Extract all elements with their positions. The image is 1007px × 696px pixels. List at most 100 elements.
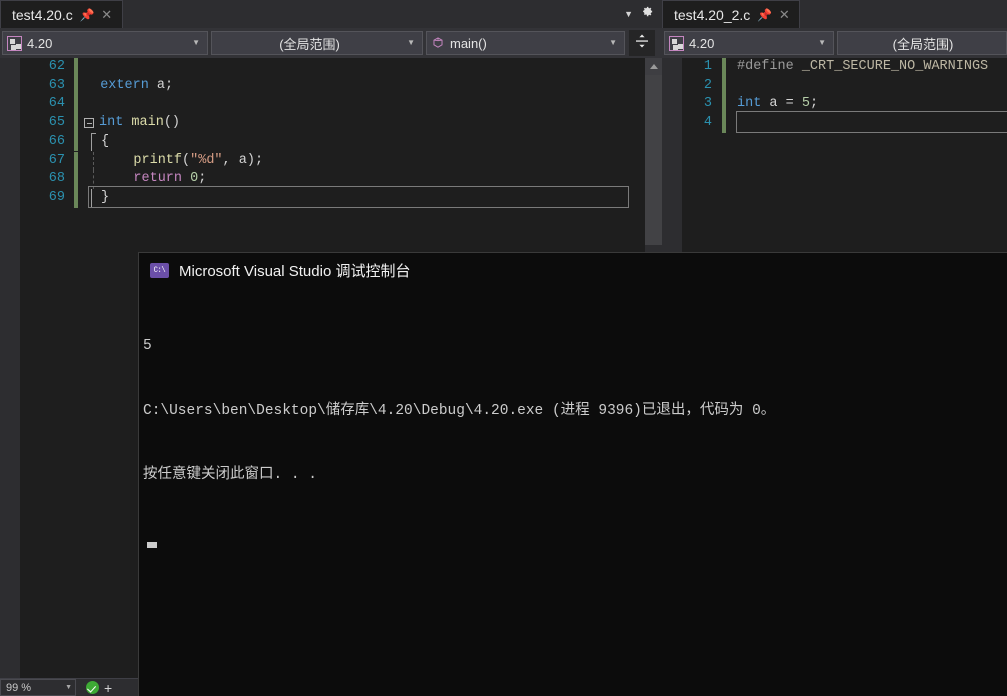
change-bar	[74, 188, 78, 208]
zoom-level-value: 99 %	[6, 681, 32, 694]
line-number: 2	[703, 77, 712, 93]
indicator-margin-left[interactable]	[0, 58, 20, 696]
console-output: 5 C:\Users\ben\Desktop\储存库\4.20\Debug\4.…	[139, 288, 1007, 591]
code-line: 2	[682, 76, 1007, 96]
project-combo-right[interactable]: 4.20 ▼	[664, 31, 834, 55]
line-number: 1	[703, 59, 712, 74]
code-text: {	[101, 133, 110, 149]
line-number: 65	[48, 115, 65, 131]
split-window-icon	[634, 33, 650, 54]
code-text: return 0;	[133, 171, 207, 187]
project-icon	[7, 35, 22, 51]
change-bar	[74, 132, 78, 152]
indent-guide	[93, 170, 94, 189]
brace-guide	[91, 188, 96, 208]
code-line: 1 #define _CRT_SECURE_NO_WARNINGS	[682, 58, 1007, 77]
console-line: 5	[143, 338, 152, 354]
scrollbar-thumb[interactable]	[645, 75, 662, 245]
chevron-down-icon[interactable]: ▼	[624, 9, 633, 19]
tabstrip-actions-left: ▼	[624, 0, 662, 28]
change-bar	[722, 76, 726, 96]
close-icon[interactable]: ✕	[777, 8, 791, 21]
scope-combo-value: (全局范围)	[279, 36, 340, 52]
change-bar	[74, 114, 78, 133]
chevron-down-icon[interactable]: ▼	[65, 684, 72, 691]
tab-label: test4.20_2.c	[674, 6, 751, 23]
line-number: 69	[48, 189, 65, 205]
chevron-up-icon	[649, 64, 658, 69]
console-line: C:\Users\ben\Desktop\储存库\4.20\Debug\4.20…	[143, 402, 776, 419]
gear-icon[interactable]	[639, 4, 654, 24]
change-bar	[722, 58, 726, 77]
console-icon: C:\	[150, 263, 169, 278]
indent-guide	[93, 151, 94, 171]
editor-status-strip-left: 99 % ▼ +	[0, 678, 138, 696]
visual-studio-window: test4.20.c 📌 ✕ ▼ 4.20 ▼ (全局范围) ▼ main() …	[0, 0, 1007, 696]
member-combo-value: main()	[450, 35, 487, 51]
line-number: 68	[48, 171, 65, 187]
change-bar	[722, 95, 726, 115]
project-combo-left[interactable]: 4.20 ▼	[2, 31, 208, 55]
collapse-toggle-icon[interactable]	[84, 118, 94, 129]
pin-icon[interactable]: 📌	[757, 9, 772, 21]
line-number: 66	[48, 133, 65, 149]
tab-label: test4.20.c	[12, 6, 73, 23]
code-line: 69 }	[20, 188, 662, 208]
navbar-right: 4.20 ▼ (全局范围)	[662, 28, 1007, 58]
debug-console-window[interactable]: C:\ Microsoft Visual Studio 调试控制台 5 C:\U…	[138, 252, 1007, 696]
scope-combo-value: (全局范围)	[892, 36, 954, 52]
change-bar	[74, 76, 78, 96]
close-icon[interactable]: ✕	[100, 8, 114, 21]
scope-combo-left[interactable]: (全局范围) ▼	[211, 31, 423, 55]
project-icon	[669, 35, 684, 51]
pin-icon[interactable]: 📌	[80, 9, 95, 21]
line-number: 67	[48, 152, 65, 168]
chevron-down-icon[interactable]: ▼	[403, 39, 420, 47]
code-line: 64	[20, 95, 662, 115]
code-text: }	[101, 189, 110, 205]
member-combo-left[interactable]: main() ▼	[426, 31, 625, 55]
line-number: 62	[48, 59, 65, 74]
code-line: 67 printf("%d", a);	[20, 151, 662, 171]
code-line: 66 {	[20, 132, 662, 152]
chevron-down-icon[interactable]: ▼	[605, 39, 622, 47]
code-line: 62	[20, 58, 662, 77]
method-icon	[431, 36, 445, 50]
change-bar	[74, 95, 78, 115]
line-number: 64	[48, 96, 65, 112]
tabstrip-right: test4.20_2.c 📌 ✕	[662, 0, 1007, 28]
tab-test4-20-c[interactable]: test4.20.c 📌 ✕	[0, 0, 123, 28]
console-title: Microsoft Visual Studio 调试控制台	[179, 263, 411, 280]
project-combo-value: 4.20	[27, 35, 53, 51]
code-line: 63 extern a;	[20, 76, 662, 96]
console-line: 按任意键关闭此窗口. . .	[143, 467, 318, 483]
project-combo-value: 4.20	[689, 35, 715, 51]
tab-test4-20-2-c[interactable]: test4.20_2.c 📌 ✕	[662, 0, 801, 28]
code-line: 65 int main()	[20, 114, 662, 133]
code-text: #define _CRT_SECURE_NO_WARNINGS	[737, 59, 989, 74]
code-line: 3 int a = 5;	[682, 95, 1007, 115]
change-bar	[74, 170, 78, 189]
scroll-up-button[interactable]	[645, 58, 662, 75]
console-titlebar: C:\ Microsoft Visual Studio 调试控制台	[139, 253, 1007, 288]
plus-icon[interactable]: +	[104, 681, 112, 695]
zoom-level-combo[interactable]: 99 % ▼	[0, 679, 76, 696]
change-bar	[74, 151, 78, 171]
chevron-down-icon[interactable]: ▼	[188, 39, 205, 47]
check-circle-icon[interactable]	[86, 681, 99, 694]
split-window-button[interactable]	[629, 30, 655, 56]
code-text: int a = 5;	[737, 96, 819, 112]
code-text: int main()	[99, 115, 181, 131]
navbar-left: 4.20 ▼ (全局范围) ▼ main() ▼	[0, 28, 662, 58]
brace-guide	[91, 132, 96, 152]
line-number: 3	[703, 96, 712, 112]
scope-combo-right[interactable]: (全局范围)	[837, 31, 1007, 55]
screen: test4.20.c 📌 ✕ ▼ 4.20 ▼ (全局范围) ▼ main() …	[0, 0, 1007, 696]
chevron-down-icon[interactable]: ▼	[814, 39, 831, 47]
code-text: extern a;	[84, 77, 174, 93]
tabstrip-left: test4.20.c 📌 ✕ ▼	[0, 0, 662, 28]
code-text: printf("%d", a);	[133, 152, 264, 168]
change-bar	[74, 58, 78, 77]
line-number: 4	[703, 115, 712, 131]
console-icon-text: C:\	[153, 266, 166, 275]
